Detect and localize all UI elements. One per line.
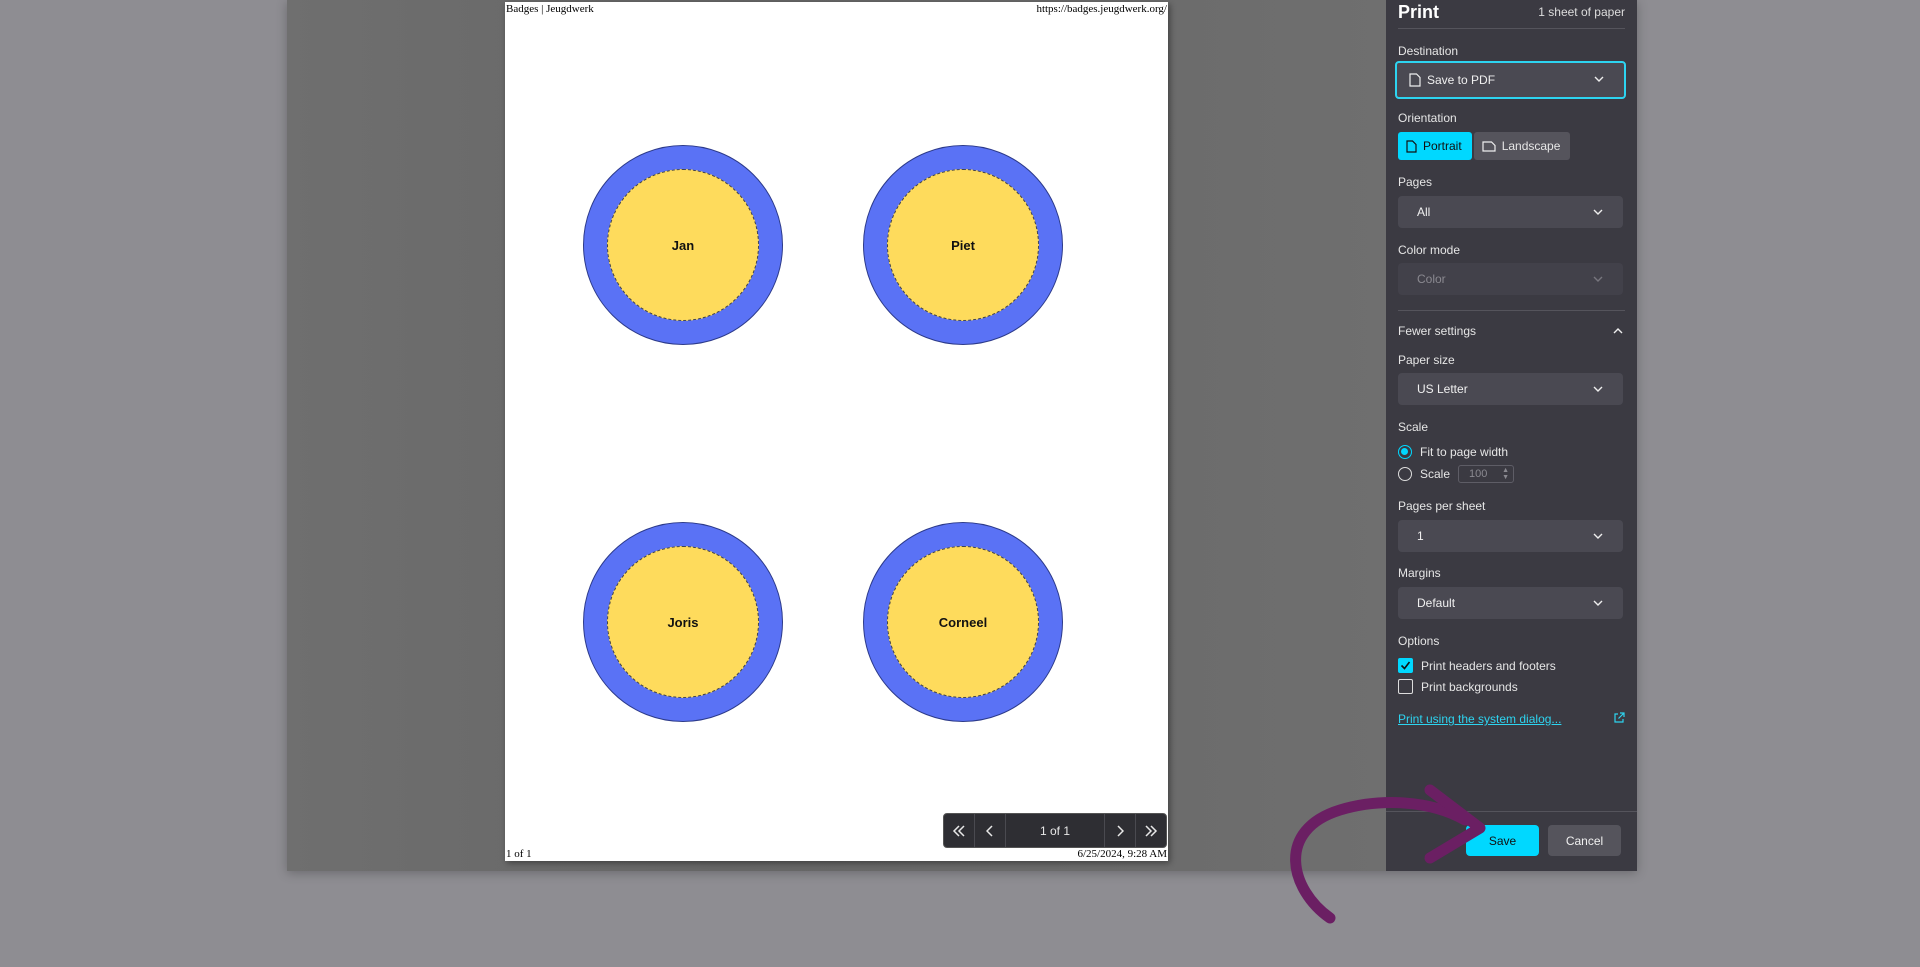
chevron-down-icon xyxy=(1593,600,1603,606)
backgrounds-label: Print backgrounds xyxy=(1421,679,1518,694)
badge-name: Piet xyxy=(951,237,975,253)
external-link-icon[interactable] xyxy=(1613,712,1625,724)
chevron-left-icon xyxy=(986,824,993,837)
badge-inner: Joris xyxy=(607,546,759,698)
badge-inner: Jan xyxy=(607,169,759,321)
fit-to-page-width-label: Fit to page width xyxy=(1420,445,1509,459)
margins-select[interactable]: Default xyxy=(1398,587,1623,619)
print-preview-area: Badges | Jeugdwerk https://badges.jeugdw… xyxy=(287,0,1386,871)
portrait-icon xyxy=(1406,139,1417,153)
badge-name: Corneel xyxy=(938,614,988,630)
pages-per-sheet-value: 1 xyxy=(1417,529,1424,543)
badge-name: Jan xyxy=(671,237,695,253)
paper-size-label: Paper size xyxy=(1398,353,1455,367)
badge-name: Joris xyxy=(667,614,699,630)
spinner-icon[interactable]: ▲ ▼ xyxy=(1502,467,1509,481)
badge-inner: Corneel xyxy=(887,546,1039,698)
portrait-label: Portrait xyxy=(1423,139,1462,153)
headers-footers-label: Print headers and footers xyxy=(1421,658,1556,673)
page-header-title: Badges | Jeugdwerk xyxy=(506,3,594,15)
chevron-down-icon xyxy=(1593,209,1603,215)
page-header-url: https://badges.jeugdwerk.org/ xyxy=(1036,3,1167,15)
pages-per-sheet-label: Pages per sheet xyxy=(1398,499,1486,513)
portrait-button[interactable]: Portrait xyxy=(1398,132,1472,160)
first-page-button[interactable] xyxy=(944,814,975,847)
page-navigation: 1 of 1 xyxy=(943,813,1167,848)
panel-title: Print xyxy=(1398,2,1440,22)
checkmark-icon xyxy=(1400,661,1411,670)
scale-input[interactable]: 100 ▲ ▼ xyxy=(1458,465,1515,483)
next-page-button[interactable] xyxy=(1104,814,1135,847)
chevron-down-icon xyxy=(1593,386,1603,392)
pages-per-sheet-select[interactable]: 1 xyxy=(1398,520,1623,552)
badge-joris: Joris xyxy=(583,522,783,722)
page-footer-count: 1 of 1 xyxy=(506,848,532,860)
double-chevron-right-icon xyxy=(1145,824,1158,837)
margins-value: Default xyxy=(1417,596,1456,610)
color-mode-label: Color mode xyxy=(1398,243,1461,257)
chevron-right-icon xyxy=(1117,824,1124,837)
custom-scale-option[interactable]: Scale 100 ▲ ▼ xyxy=(1398,465,1515,483)
cancel-button[interactable]: Cancel xyxy=(1548,825,1621,856)
custom-scale-label: Scale xyxy=(1420,467,1451,481)
color-mode-select[interactable]: Color xyxy=(1398,263,1623,295)
document-icon xyxy=(1409,73,1421,87)
color-mode-value: Color xyxy=(1417,272,1446,286)
orientation-toggle: Portrait Landscape xyxy=(1398,132,1572,160)
chevron-down-icon xyxy=(1593,533,1603,539)
divider xyxy=(1398,310,1625,311)
chevron-down-icon xyxy=(1593,276,1603,282)
divider xyxy=(1386,811,1637,812)
paper-size-value: US Letter xyxy=(1417,382,1468,396)
landscape-label: Landscape xyxy=(1501,139,1561,153)
landscape-icon xyxy=(1482,140,1496,152)
badge-jan: Jan xyxy=(583,145,783,345)
paper-size-select[interactable]: US Letter xyxy=(1398,373,1623,405)
margins-label: Margins xyxy=(1398,566,1441,580)
fewer-settings-label: Fewer settings xyxy=(1398,324,1477,338)
custom-scale-radio[interactable] xyxy=(1398,467,1412,481)
chevron-down-icon xyxy=(1594,76,1604,82)
system-dialog-link[interactable]: Print using the system dialog... xyxy=(1398,712,1561,726)
fit-to-page-width-option[interactable]: Fit to page width xyxy=(1398,445,1508,459)
badge-inner: Piet xyxy=(887,169,1039,321)
orientation-label: Orientation xyxy=(1398,111,1457,125)
landscape-button[interactable]: Landscape xyxy=(1473,132,1571,160)
destination-label: Destination xyxy=(1398,44,1459,58)
backgrounds-option[interactable]: Print backgrounds xyxy=(1398,679,1518,694)
last-page-button[interactable] xyxy=(1135,814,1166,847)
previous-page-button[interactable] xyxy=(975,814,1006,847)
chevron-up-icon xyxy=(1613,328,1623,334)
badge-corneel: Corneel xyxy=(863,522,1063,722)
scale-label: Scale xyxy=(1398,420,1429,434)
fewer-settings-toggle[interactable]: Fewer settings xyxy=(1398,324,1623,338)
divider xyxy=(1398,28,1625,29)
fit-to-page-width-radio[interactable] xyxy=(1398,445,1412,459)
backgrounds-checkbox[interactable] xyxy=(1398,679,1413,694)
headers-footers-option[interactable]: Print headers and footers xyxy=(1398,658,1556,673)
options-label: Options xyxy=(1398,634,1440,648)
print-settings-panel: Print 1 sheet of paper Destination Save … xyxy=(1386,0,1637,871)
page-footer-date: 6/25/2024, 9:28 AM xyxy=(1077,848,1167,860)
pages-select[interactable]: All xyxy=(1398,196,1623,228)
pages-value: All xyxy=(1417,205,1431,219)
double-chevron-left-icon xyxy=(952,824,965,837)
save-button[interactable]: Save xyxy=(1466,825,1539,856)
sheet-count: 1 sheet of paper xyxy=(1538,5,1625,19)
badge-piet: Piet xyxy=(863,145,1063,345)
preview-page: Badges | Jeugdwerk https://badges.jeugdw… xyxy=(505,2,1168,861)
pages-label: Pages xyxy=(1398,175,1433,189)
scale-value: 100 xyxy=(1469,468,1488,480)
destination-value: Save to PDF xyxy=(1427,73,1496,87)
destination-select[interactable]: Save to PDF xyxy=(1395,61,1626,99)
page-indicator: 1 of 1 xyxy=(1039,823,1071,838)
headers-footers-checkbox[interactable] xyxy=(1398,658,1413,673)
